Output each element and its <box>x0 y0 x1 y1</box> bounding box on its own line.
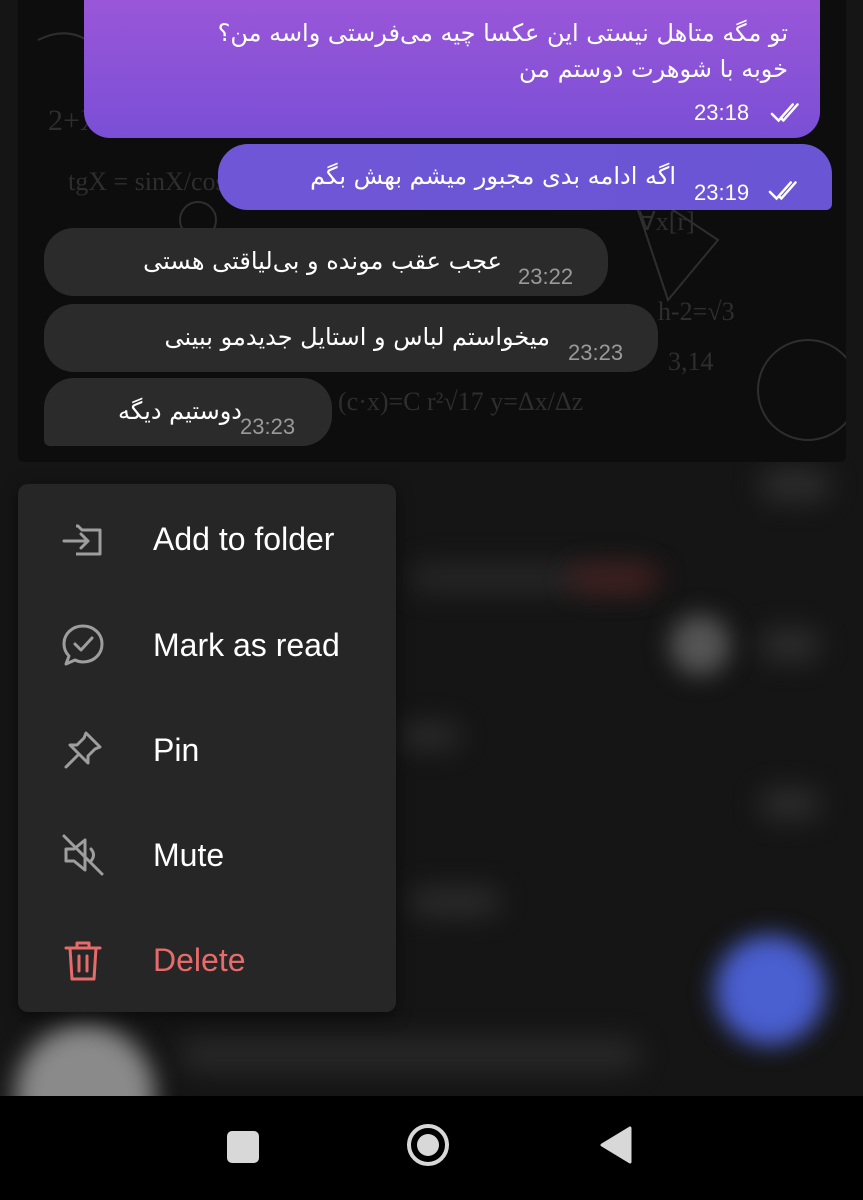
blurred-avatar <box>670 615 730 675</box>
message-text: عجب عقب مونده و بی‌لیاقتی هستی <box>143 247 502 275</box>
menu-item-label: Add to folder <box>153 521 335 557</box>
recents-button[interactable] <box>222 1126 264 1168</box>
blurred-row <box>180 1040 640 1070</box>
menu-item-delete[interactable]: Delete <box>18 907 396 1012</box>
menu-item-label: Delete <box>153 942 246 978</box>
back-icon <box>600 1126 632 1164</box>
message-time: 23:22 <box>518 264 574 289</box>
message-time: 23:19 <box>694 180 750 205</box>
menu-item-mark-as-read[interactable]: Mark as read <box>18 592 396 697</box>
blurred-row <box>760 630 820 660</box>
home-icon <box>407 1124 449 1166</box>
message-bubble-outgoing[interactable]: اگه ادامه بدی مجبور میشم بهش بگم 23:19 <box>218 144 832 210</box>
blurred-row <box>760 470 830 500</box>
message-text: دوستیم دیگه <box>118 397 242 425</box>
svg-text:h-2=√3: h-2=√3 <box>658 297 735 326</box>
message-time: 23:18 <box>694 100 750 125</box>
chat-preview: 2+X tgX = sinX/cosX ∀x[r] h-2=√3 3,14 (c… <box>18 0 846 462</box>
message-text: خوبه با شوهرت دوستم من <box>518 55 788 83</box>
back-button[interactable] <box>596 1124 636 1166</box>
message-text: تو مگه متاهل نیستی این عکسا چیه می‌فرستی… <box>217 19 788 47</box>
message-bubble-incoming[interactable]: عجب عقب مونده و بی‌لیاقتی هستی 23:22 <box>44 228 608 296</box>
pin-icon <box>64 731 102 769</box>
menu-item-mute[interactable]: Mute <box>18 802 396 907</box>
menu-item-add-to-folder[interactable]: Add to folder <box>18 486 396 591</box>
home-button[interactable] <box>405 1122 451 1168</box>
folder-add-icon <box>62 524 102 556</box>
message-bubble-incoming[interactable]: دوستیم دیگه 23:23 <box>44 378 332 446</box>
trash-icon <box>64 941 102 981</box>
blurred-avatar <box>15 1025 155 1096</box>
message-bubble-incoming[interactable]: میخواستم لباس و استایل جدیدمو ببینی 23:2… <box>44 304 658 372</box>
chat-check-icon <box>62 624 104 666</box>
menu-item-label: Mute <box>153 837 225 873</box>
blurred-row <box>400 725 460 747</box>
menu-item-pin[interactable]: Pin <box>18 697 396 802</box>
mute-icon <box>62 834 104 876</box>
blurred-fab <box>715 935 825 1045</box>
chat-context-menu: Add to folder Mark as read Pin Mute Dele… <box>18 484 396 1012</box>
svg-text:3,14: 3,14 <box>668 347 714 376</box>
message-time: 23:23 <box>240 414 296 439</box>
system-navigation-bar <box>0 1096 863 1200</box>
menu-item-label: Mark as read <box>153 627 340 663</box>
recents-icon <box>227 1131 259 1163</box>
message-time: 23:23 <box>568 340 624 365</box>
svg-text:(c·x)=C r²√17 y=Δx/Δz: (c·x)=C r²√17 y=Δx/Δz <box>338 387 583 416</box>
message-text: میخواستم لباس و استایل جدیدمو ببینی <box>164 323 550 351</box>
message-bubble-outgoing[interactable]: تو مگه متاهل نیستی این عکسا چیه می‌فرستی… <box>84 0 820 138</box>
svg-text:∀x[r]: ∀x[r] <box>638 207 695 236</box>
double-check-icon <box>770 103 799 123</box>
message-text: اگه ادامه بدی مجبور میشم بهش بگم <box>310 162 676 190</box>
blurred-row <box>410 890 500 914</box>
blurred-row <box>570 568 660 590</box>
menu-item-label: Pin <box>153 732 200 768</box>
double-check-icon <box>768 181 797 201</box>
blurred-row <box>760 790 820 818</box>
